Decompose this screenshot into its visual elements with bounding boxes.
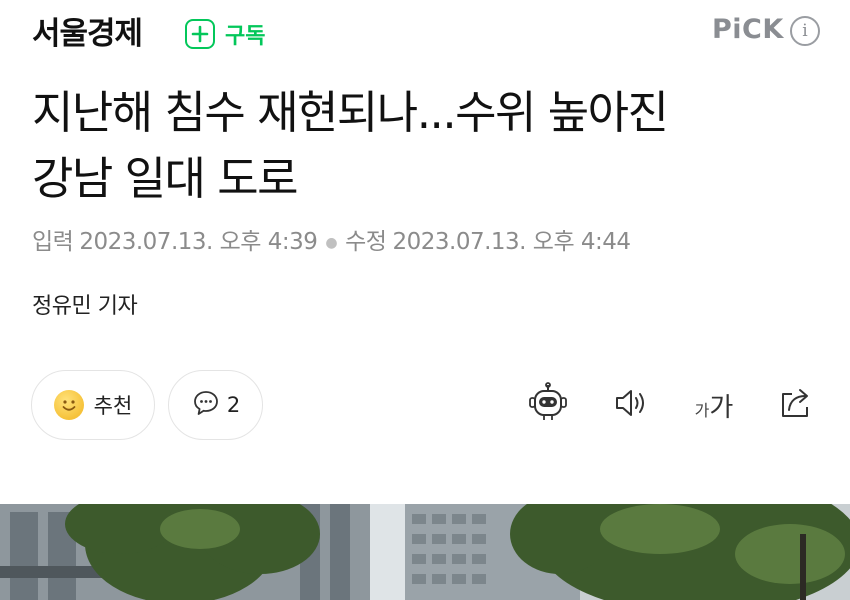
font-size-icon: 가가 (695, 387, 734, 424)
modified-date: 2023.07.13. 오후 4:44 (392, 229, 631, 255)
title-line-2: 강남 일대 도로 (32, 152, 299, 205)
title-line-1: 지난해 침수 재현되나...수위 높아진 (32, 86, 669, 139)
read-aloud-button[interactable] (609, 383, 653, 427)
pick-badge: PiCK (712, 14, 784, 45)
article-photo[interactable] (0, 504, 850, 600)
comment-button[interactable]: 2 (168, 370, 263, 440)
photo-scene (0, 504, 850, 600)
modified-label: 수정 (345, 229, 387, 255)
published-date: 2023.07.13. 오후 4:39 (79, 229, 318, 255)
reporter-name[interactable]: 정유민 기자 (32, 288, 138, 320)
published-label: 입력 (32, 229, 74, 255)
share-icon (775, 382, 817, 428)
plus-icon (185, 19, 215, 49)
subscribe-button[interactable]: 구독 (185, 16, 265, 52)
recommend-label: 추천 (93, 394, 133, 418)
comment-bubble-icon (191, 388, 221, 422)
font-size-large: 가 (709, 392, 734, 423)
separator-dot: ● (325, 234, 338, 251)
press-logo[interactable]: 서울경제 (32, 8, 143, 53)
font-size-button[interactable]: 가가 (690, 383, 738, 427)
info-icon[interactable]: i (790, 16, 820, 46)
smile-emoji-icon (53, 390, 84, 420)
recommend-button[interactable]: 추천 (31, 370, 155, 440)
font-size-small: 가 (694, 400, 710, 420)
article-page: 서울경제 구독 PiCK i 지난해 침수 재현되나...수위 높아진 강남 일… (0, 0, 850, 600)
article-header: 서울경제 구독 PiCK i (0, 0, 850, 68)
article-datestamp: 입력 2023.07.13. 오후 4:39 ● 수정 2023.07.13. 오후 4… (32, 222, 631, 256)
speaker-icon (611, 383, 651, 427)
summary-bot-button[interactable] (526, 381, 570, 429)
article-title: 지난해 침수 재현되나...수위 높아진 강남 일대 도로 (32, 80, 822, 212)
robot-summary-icon (526, 381, 570, 429)
comment-count: 2 (226, 393, 241, 417)
share-button[interactable] (774, 383, 818, 427)
subscribe-label: 구독 (225, 24, 266, 49)
